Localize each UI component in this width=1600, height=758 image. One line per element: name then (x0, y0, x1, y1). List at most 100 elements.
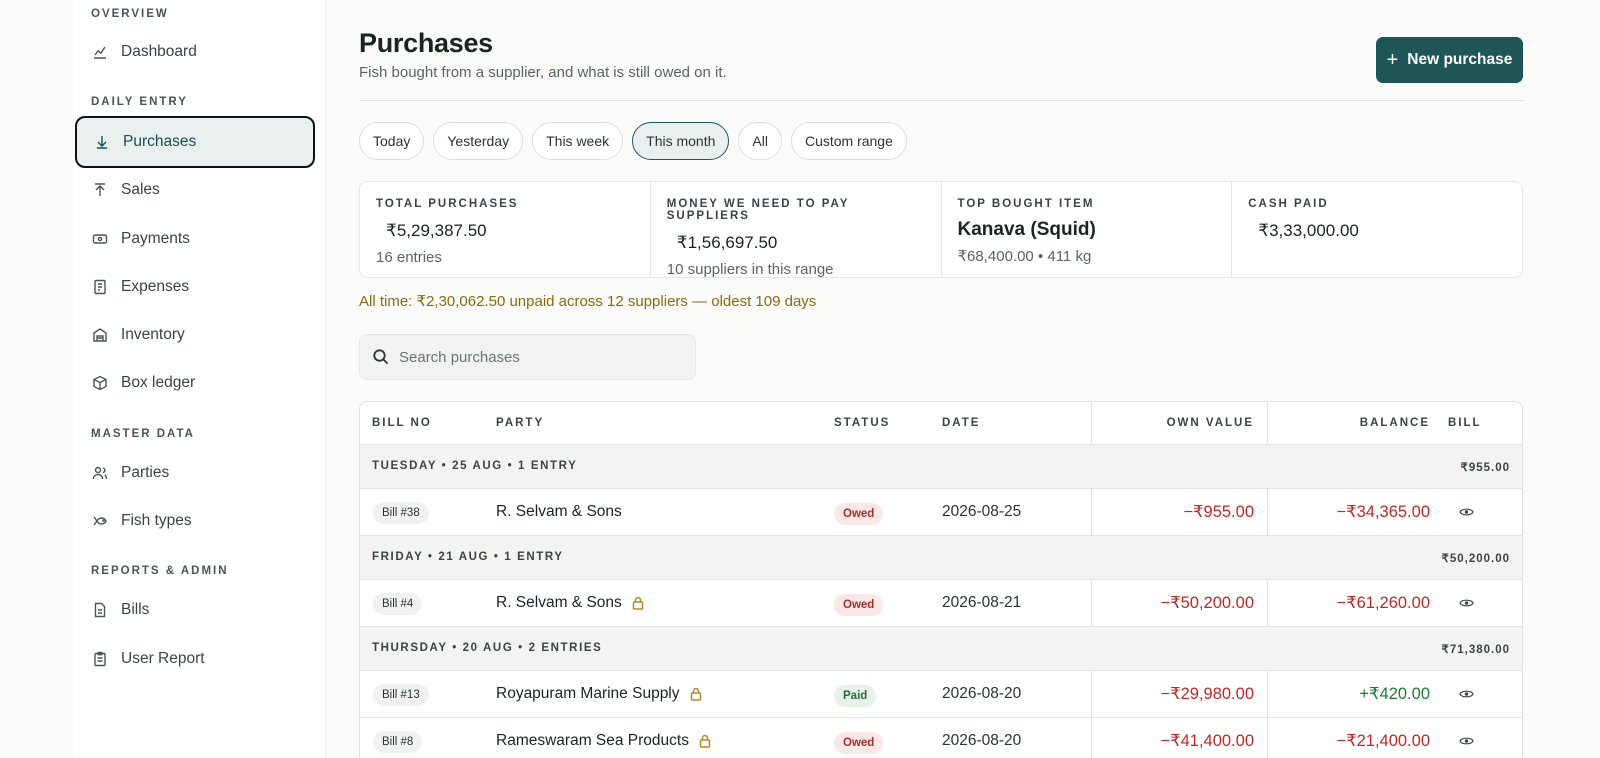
clipboard-icon (91, 650, 109, 668)
col-bill: BILL (1448, 417, 1482, 429)
sidebar-item-purchases[interactable]: Purchases (75, 116, 315, 168)
filter-yesterday[interactable]: Yesterday (433, 122, 524, 160)
page-subtitle: Fish bought from a supplier, and what is… (359, 64, 727, 81)
row-date: 2026-08-20 (942, 732, 1022, 749)
stat-label: MONEY WE NEED TO PAY SUPPLIERS (666, 198, 850, 222)
sidebar-item-label: Inventory (121, 326, 185, 343)
status-badge: Paid (834, 685, 877, 707)
group-total: ₹50,200.00 (1441, 553, 1510, 565)
row-date: 2026-08-25 (942, 503, 1022, 520)
group-total: ₹955.00 (1460, 462, 1510, 474)
group-total: ₹71,380.00 (1441, 644, 1510, 656)
stat-cash-paid: CASH PAID ₹3,33,000.00 (1232, 182, 1522, 277)
stat-label: CASH PAID (1248, 198, 1329, 210)
stat-value: ₹1,56,697.50 (676, 233, 778, 252)
sidebar-item-fish-types[interactable]: Fish types (75, 497, 315, 545)
party-name: R. Selvam & Sons (496, 594, 646, 612)
sidebar-item-bills[interactable]: Bills (75, 586, 315, 634)
row-date: 2026-08-21 (942, 594, 1022, 611)
chart-icon (91, 43, 109, 61)
party-name: Royapuram Marine Supply (496, 685, 704, 703)
warehouse-icon (91, 326, 109, 344)
date-filter-group: Today Yesterday This week This month All… (359, 122, 916, 160)
page-title: Purchases (359, 28, 493, 58)
column-divider (1267, 671, 1268, 758)
stat-sub: 10 suppliers in this range (666, 261, 834, 278)
section-overview: OVERVIEW (91, 8, 169, 20)
new-purchase-button[interactable]: + New purchase (1376, 37, 1523, 83)
box-icon (91, 374, 109, 392)
stat-sub: 16 entries (376, 249, 442, 266)
table-row[interactable]: Bill #13 Royapuram Marine Supply Paid 20… (360, 671, 1522, 718)
sidebar-item-label: Fish types (121, 512, 192, 529)
filter-today[interactable]: Today (359, 122, 425, 160)
column-divider (1267, 580, 1268, 627)
sidebar-item-inventory[interactable]: Inventory (75, 311, 315, 359)
status-badge: Owed (834, 594, 884, 616)
balance-value: −₹34,365.00 (1336, 503, 1430, 521)
column-divider (1267, 489, 1268, 536)
bill-number-pill: Bill #8 (373, 731, 423, 753)
sidebar-item-box-ledger[interactable]: Box ledger (75, 359, 315, 407)
sidebar-item-parties[interactable]: Parties (75, 449, 315, 497)
sidebar-item-sales[interactable]: Sales (75, 166, 315, 214)
sidebar-item-label: Payments (121, 230, 190, 247)
arrow-down-icon (93, 133, 111, 151)
receipt-icon (91, 278, 109, 296)
table-header: BILL NO PARTY STATUS DATE OWN VALUE BALA… (360, 402, 1522, 445)
banknote-icon (91, 230, 109, 248)
party-name: R. Selvam & Sons (496, 503, 622, 521)
date-group-header: FRIDAY • 21 AUG • 1 ENTRY ₹50,200.00 (360, 536, 1522, 580)
stat-value: ₹3,33,000.00 (1258, 221, 1359, 240)
bill-number-pill: Bill #13 (373, 684, 429, 706)
sidebar-item-payments[interactable]: Payments (75, 215, 315, 263)
col-party[interactable]: PARTY (496, 417, 544, 429)
search-input[interactable] (399, 348, 679, 366)
users-icon (91, 464, 109, 482)
eye-icon[interactable] (1459, 506, 1474, 518)
col-date[interactable]: DATE (942, 417, 980, 429)
filter-custom-range[interactable]: Custom range (790, 122, 907, 160)
table-row[interactable]: Bill #38 R. Selvam & Sons Owed 2026-08-2… (360, 489, 1522, 536)
party-name-text: Rameswaram Sea Products (496, 732, 689, 749)
own-value: −₹41,400.00 (1160, 732, 1254, 750)
group-label: FRIDAY • 21 AUG • 1 ENTRY (372, 551, 564, 563)
summary-stats: TOTAL PURCHASES ₹5,29,387.50 16 entries … (359, 181, 1523, 278)
stat-sub: ₹68,400.00 • 411 kg (957, 248, 1092, 265)
stat-total-purchases: TOTAL PURCHASES ₹5,29,387.50 16 entries (360, 182, 651, 277)
col-own-value[interactable]: OWN VALUE (1167, 417, 1254, 429)
sidebar-item-label: Sales (121, 181, 160, 198)
sidebar-item-dashboard[interactable]: Dashboard (75, 28, 315, 76)
balance-value: +₹420.00 (1359, 685, 1430, 703)
eye-icon[interactable] (1459, 597, 1474, 609)
eye-icon[interactable] (1459, 688, 1474, 700)
sidebar-item-label: Purchases (123, 133, 197, 150)
eye-icon[interactable] (1459, 735, 1474, 747)
table-row[interactable]: Bill #8 Rameswaram Sea Products Owed 202… (360, 718, 1522, 758)
party-name: Rameswaram Sea Products (496, 732, 713, 750)
sidebar-item-label: Expenses (121, 278, 190, 295)
header-divider (359, 100, 1523, 101)
own-value: −₹29,980.00 (1160, 685, 1254, 703)
stat-label: TOP BOUGHT ITEM (957, 198, 1095, 210)
table-row[interactable]: Bill #4 R. Selvam & Sons Owed 2026-08-21… (360, 580, 1522, 627)
sidebar-item-user-report[interactable]: User Report (75, 635, 315, 683)
filter-this-week[interactable]: This week (532, 122, 624, 160)
search-icon (373, 349, 389, 365)
filter-all[interactable]: All (738, 122, 782, 160)
column-divider (1267, 402, 1268, 445)
filter-this-month[interactable]: This month (632, 122, 730, 160)
party-name-text: R. Selvam & Sons (496, 503, 622, 520)
group-label: THURSDAY • 20 AUG • 2 ENTRIES (372, 642, 603, 654)
stat-value: ₹5,29,387.50 (386, 221, 487, 240)
stat-top-item: TOP BOUGHT ITEM Kanava (Squid) ₹68,400.0… (942, 182, 1233, 277)
date-group-header: THURSDAY • 20 AUG • 2 ENTRIES ₹71,380.00 (360, 627, 1522, 671)
group-label: TUESDAY • 25 AUG • 1 ENTRY (372, 460, 578, 472)
sidebar-item-expenses[interactable]: Expenses (75, 263, 315, 311)
col-status[interactable]: STATUS (834, 417, 890, 429)
section-reports-admin: REPORTS & ADMIN (91, 565, 229, 577)
stat-money-to-pay: MONEY WE NEED TO PAY SUPPLIERS ₹1,56,697… (651, 182, 942, 278)
search-box[interactable] (359, 334, 696, 380)
col-bill-no[interactable]: BILL NO (372, 417, 432, 429)
col-balance[interactable]: BALANCE (1360, 417, 1430, 429)
